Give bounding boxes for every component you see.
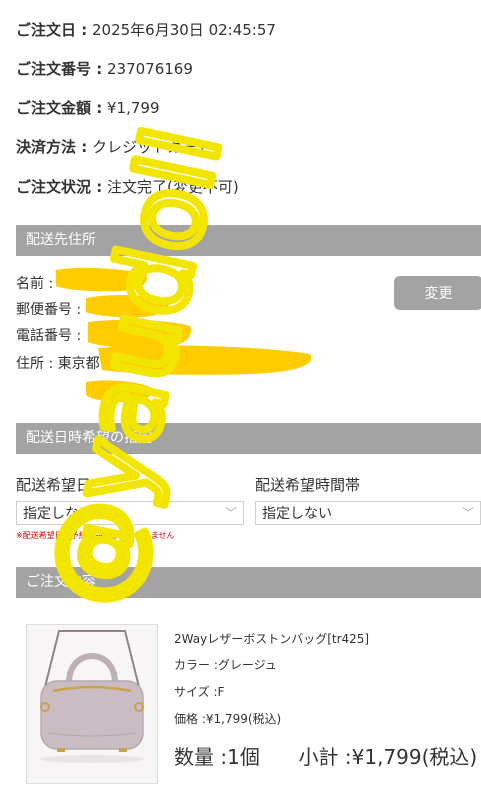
order-date-label: ご注文日 : — [16, 21, 88, 39]
order-status-value: 注文完了(変更不可) — [102, 178, 239, 196]
product-size: サイズ :F — [174, 685, 225, 699]
payment-method-label: 決済方法 : — [16, 138, 88, 156]
order-number-label: ご注文番号 : — [16, 60, 103, 78]
delivery-date-value: 指定しない — [23, 506, 93, 522]
redaction-phone — [88, 319, 191, 349]
product-color: カラー :グレージュ — [174, 658, 277, 672]
redaction-address — [98, 345, 312, 375]
redaction-marks — [56, 267, 312, 402]
chevron-down-icon: ﹀ — [224, 506, 237, 520]
product-name: 2Wayレザーボストンバッグ[tr425] — [174, 632, 370, 646]
delivery-time-label: 配送希望時間帯 — [255, 476, 361, 494]
delivery-note: ※配送希望日は予約商品には適用されません — [16, 531, 175, 540]
delivery-date-label: 配送希望日 — [16, 476, 92, 494]
shipping-address-header: 配送先住所 — [16, 225, 481, 256]
redaction-name — [56, 267, 147, 292]
product-subtotal: 小計 :¥1,799(税込) — [298, 745, 478, 769]
delivery-date-select[interactable]: 指定しない ﹀ — [16, 501, 244, 525]
order-date-value: 2025年6月30日 02:45:57 — [87, 21, 276, 39]
product-image[interactable] — [26, 624, 158, 784]
order-date: ご注文日 : 2025年6月30日 02:45:57 — [16, 20, 276, 40]
delivery-header: 配送日時希望の指定 — [16, 423, 481, 454]
address-label: 住所 : 東京都 — [16, 356, 100, 372]
order-contents-header: ご注文内容 — [16, 567, 481, 598]
change-address-button[interactable]: 変更 — [394, 276, 481, 310]
order-amount: ご注文金額 : ¥1,799 — [16, 98, 160, 118]
order-amount-value: ¥1,799 — [102, 99, 160, 117]
order-number: ご注文番号 : 237076169 — [16, 59, 193, 79]
chevron-down-icon: ﹀ — [461, 506, 474, 520]
recipient-name-label: 名前 : — [16, 276, 54, 292]
postal-code-label: 郵便番号 : — [16, 302, 82, 318]
order-amount-label: ご注文金額 : — [16, 99, 103, 117]
product-price: 価格 :¥1,799(税込) — [174, 712, 282, 726]
phone-number-label: 電話番号 : — [16, 328, 82, 344]
order-number-value: 237076169 — [102, 60, 193, 78]
order-status: ご注文状況 : 注文完了(変更不可) — [16, 177, 239, 197]
delivery-time-select[interactable]: 指定しない ﹀ — [255, 501, 481, 525]
boston-bag-image — [27, 625, 157, 783]
payment-method: 決済方法 : クレジットカード — [16, 137, 212, 157]
payment-method-value: クレジットカード — [87, 138, 213, 156]
redaction-address-2 — [86, 380, 153, 402]
product-quantity: 数量 :1個 — [174, 745, 260, 769]
quantity-subtotal-row: 数量 :1個 小計 :¥1,799(税込) — [174, 744, 477, 770]
order-status-label: ご注文状況 : — [16, 178, 103, 196]
redaction-postal — [86, 295, 169, 318]
delivery-time-value: 指定しない — [262, 506, 332, 522]
